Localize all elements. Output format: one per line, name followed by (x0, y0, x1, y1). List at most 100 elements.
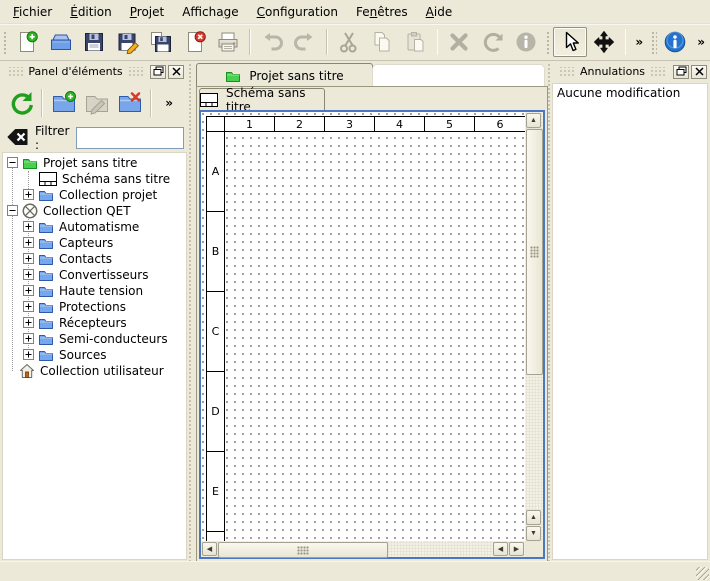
tree-item-sch-ma-sans-titre[interactable]: Schéma sans titre (3, 171, 186, 187)
expand-icon[interactable] (23, 221, 34, 232)
tree-item-projet-sans-titre[interactable]: Projet sans titre (3, 155, 186, 171)
menu-projet[interactable]: Projet (121, 2, 173, 22)
expand-icon[interactable] (23, 285, 34, 296)
print-button[interactable] (212, 27, 246, 57)
project-tab-bar: Projet sans titre (192, 62, 550, 86)
menu-edition[interactable]: Édition (61, 2, 121, 22)
save-all-button[interactable] (145, 27, 179, 57)
tree-item-label: Capteurs (59, 236, 113, 250)
tree-item-automatisme[interactable]: Automatisme (3, 219, 186, 235)
redo-button[interactable] (289, 27, 323, 57)
clear-filter-button[interactable] (6, 127, 28, 150)
float-panel-button[interactable] (673, 65, 689, 79)
menu-configuration[interactable]: Configuration (248, 2, 347, 22)
menu-aide[interactable]: Aide (417, 2, 462, 22)
tree-item-protections[interactable]: Protections (3, 299, 186, 315)
scroll-right-button[interactable]: ▶ (509, 542, 524, 556)
diagram-canvas[interactable]: 123456 ABCDE (201, 112, 525, 541)
undo-history-item[interactable]: Aucune modification (553, 84, 707, 102)
tree-item-contacts[interactable]: Contacts (3, 251, 186, 267)
tree-item-capteurs[interactable]: Capteurs (3, 235, 186, 251)
close-panel-button[interactable] (691, 65, 707, 79)
tree-item-collection-projet[interactable]: Collection projet (3, 187, 186, 203)
paste-button[interactable] (399, 27, 433, 57)
scroll-left-button-2[interactable]: ◀ (493, 542, 508, 556)
delete-category-button[interactable] (113, 86, 146, 120)
undo-button[interactable] (255, 27, 289, 57)
tab-project[interactable]: Projet sans titre (196, 63, 373, 87)
expand-icon[interactable] (23, 349, 34, 360)
expand-icon[interactable] (23, 333, 34, 344)
vertical-scrollbar[interactable]: ▲ ▲ ▼ (525, 112, 543, 541)
expand-icon[interactable] (23, 269, 34, 280)
row-header-D: D (207, 372, 224, 452)
undo-history-list[interactable]: Aucune modification (552, 83, 708, 560)
column-header-4: 4 (375, 117, 425, 131)
expand-icon[interactable] (23, 189, 34, 200)
copy-icon (370, 30, 394, 54)
close-file-button[interactable] (178, 27, 212, 57)
toolbar-overflow-chevron[interactable]: » (692, 35, 710, 49)
edit-category-button[interactable] (80, 86, 113, 120)
rotate-button[interactable] (476, 27, 510, 57)
toolbar-grip[interactable] (2, 30, 8, 54)
scroll-left-icon: ◀ (498, 545, 503, 553)
print-icon (216, 30, 240, 54)
menu-fenetres[interactable]: Fenêtres (347, 2, 417, 22)
vertical-scroll-thumb[interactable] (526, 129, 543, 375)
undo-panel: Annulations Aucune modification (551, 62, 710, 562)
object-info-button[interactable] (509, 27, 543, 57)
scroll-left-button[interactable]: ◀ (202, 542, 217, 556)
folder-new-icon (51, 90, 77, 116)
scroll-up-button-2[interactable]: ▲ (526, 510, 541, 525)
toolbar-overflow-chevron[interactable]: » (630, 35, 648, 49)
menu-affichage[interactable]: Affichage (173, 2, 247, 22)
pan-mode-button[interactable] (587, 27, 621, 57)
expand-icon[interactable] (23, 317, 34, 328)
toolbar-overflow-chevron[interactable]: » (160, 96, 178, 110)
tree-item-r-cepteurs[interactable]: Récepteurs (3, 315, 186, 331)
save-button[interactable] (78, 27, 112, 57)
delete-x-icon (447, 30, 471, 54)
tree-item-label: Collection utilisateur (40, 364, 164, 378)
new-project-button[interactable] (10, 27, 44, 57)
delete-button[interactable] (442, 27, 476, 57)
tree-item-haute-tension[interactable]: Haute tension (3, 283, 186, 299)
new-category-button[interactable] (47, 86, 80, 120)
select-mode-button[interactable] (553, 27, 587, 57)
diagram-sheet: 123456 ABCDE (206, 116, 525, 541)
row-header-partial (207, 532, 224, 541)
toolbar-separator (150, 89, 152, 117)
reload-collections-button[interactable] (4, 86, 37, 120)
close-icon (695, 64, 704, 79)
tree-item-sources[interactable]: Sources (3, 347, 186, 363)
expand-icon[interactable] (23, 237, 34, 248)
scroll-up-button[interactable]: ▲ (526, 113, 541, 128)
expand-icon[interactable] (23, 253, 34, 264)
home-icon (19, 363, 35, 379)
collapse-icon[interactable] (7, 205, 18, 216)
close-panel-button[interactable] (168, 65, 184, 79)
open-project-button[interactable] (44, 27, 78, 57)
collapse-icon[interactable] (7, 157, 18, 168)
size-grip[interactable] (696, 567, 709, 580)
scroll-down-button[interactable]: ▼ (526, 526, 541, 541)
tab-schema[interactable]: Schéma sans titre (199, 88, 325, 111)
horizontal-scrollbar[interactable]: ◀ ◀ ▶ (201, 541, 525, 557)
about-qet-button[interactable] (659, 27, 693, 57)
tree-item-collection-utilisateur[interactable]: Collection utilisateur (3, 363, 186, 379)
float-panel-button[interactable] (150, 65, 166, 79)
expand-icon[interactable] (23, 301, 34, 312)
copy-button[interactable] (365, 27, 399, 57)
elements-tree[interactable]: Projet sans titreSchéma sans titreCollec… (2, 152, 187, 560)
toolbar-grip[interactable] (650, 30, 656, 54)
cut-button[interactable] (332, 27, 366, 57)
save-as-button[interactable] (111, 27, 145, 57)
tree-item-convertisseurs[interactable]: Convertisseurs (3, 267, 186, 283)
filter-input[interactable] (76, 127, 184, 149)
horizontal-scroll-thumb[interactable] (218, 542, 388, 558)
toolbar-grip[interactable] (545, 30, 551, 54)
menu-fichier[interactable]: Fichier (4, 2, 61, 22)
tree-item-collection-qet[interactable]: Collection QET (3, 203, 186, 219)
tree-item-semi-conducteurs[interactable]: Semi-conducteurs (3, 331, 186, 347)
